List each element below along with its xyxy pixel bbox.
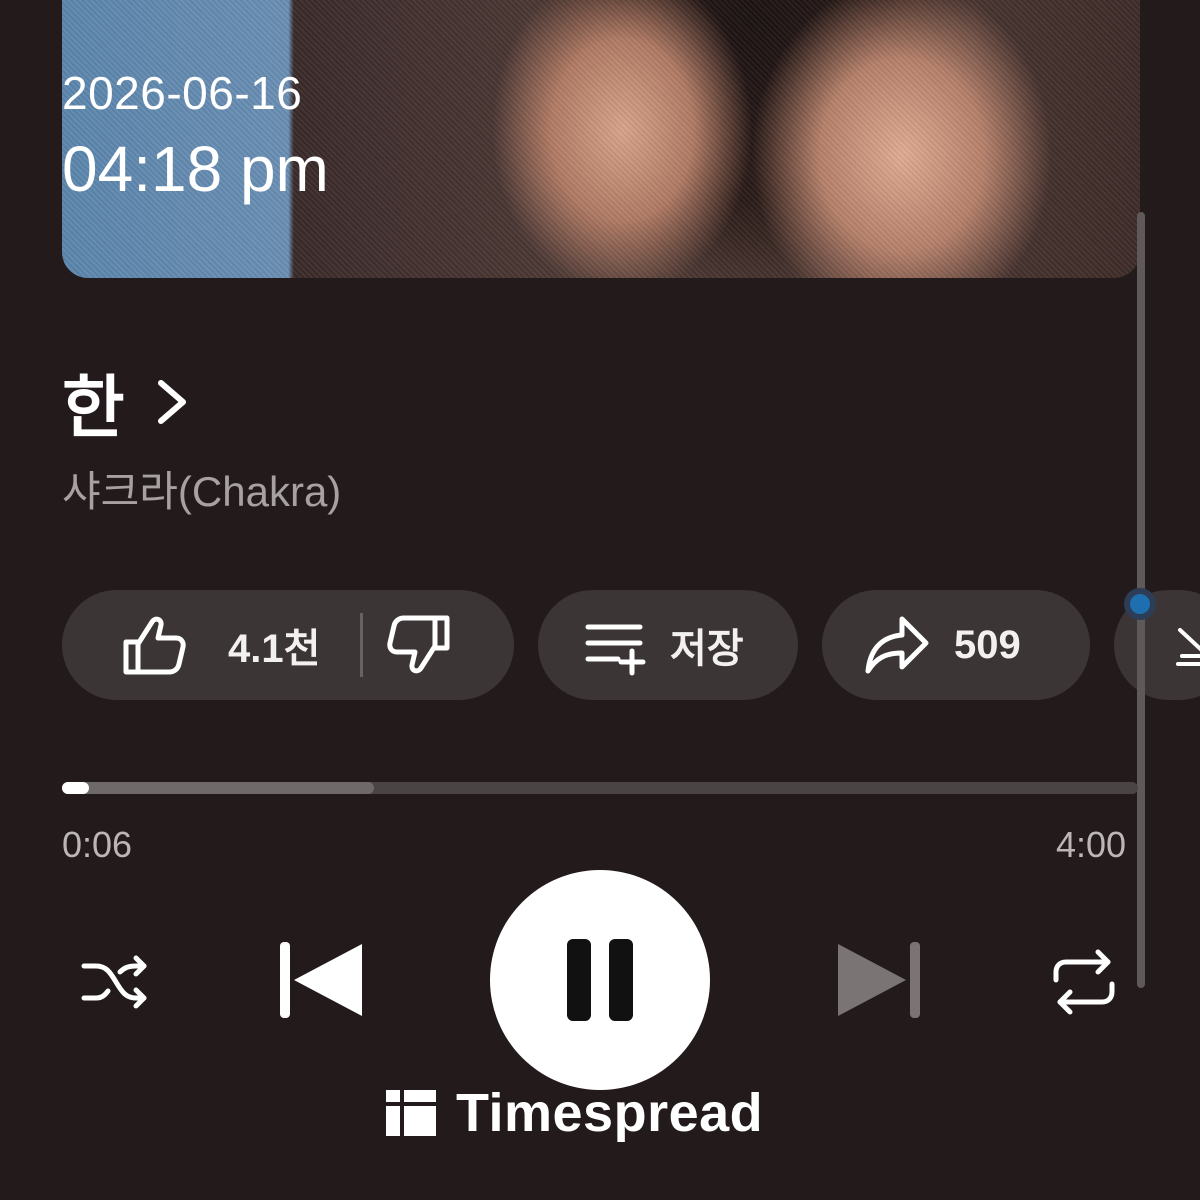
shuffle-icon[interactable] — [80, 948, 150, 1018]
thumbs-down-icon — [387, 615, 450, 674]
thumbs-up-icon — [123, 616, 186, 675]
timestamp-date: 2026-06-16 — [62, 67, 303, 119]
download-icon — [1176, 628, 1200, 666]
skip-previous-icon[interactable] — [278, 940, 368, 1020]
repeat-icon[interactable] — [1048, 946, 1120, 1018]
share-count: 509 — [954, 622, 1021, 667]
playlist-add-icon — [585, 624, 646, 676]
song-title-link[interactable]: 한 — [62, 352, 189, 451]
share-button[interactable]: 509 — [822, 590, 1090, 700]
watermark: Timespread — [386, 1082, 763, 1144]
current-time: 0:06 — [62, 824, 133, 865]
pause-button[interactable] — [490, 870, 710, 1090]
skip-next-icon[interactable] — [834, 940, 924, 1020]
watermark-text: Timespread — [456, 1083, 764, 1143]
save-label: 저장 — [670, 627, 744, 671]
chevron-right-icon — [157, 379, 186, 424]
timespread-logo-icon — [386, 1090, 436, 1136]
share-icon — [865, 616, 929, 674]
save-button[interactable]: 저장 — [538, 590, 798, 700]
like-dislike-group: 4.1천 — [62, 590, 514, 700]
artist-name[interactable]: 샤크라(Chakra) — [62, 458, 341, 519]
timestamp-time: 04:18 pm — [62, 133, 329, 205]
total-time: 4:00 — [1056, 824, 1127, 865]
like-count: 4.1천 — [228, 627, 321, 671]
progress-bar[interactable] — [62, 782, 1138, 794]
progress-fill — [62, 782, 89, 794]
progress-buffered — [62, 782, 375, 794]
like-button[interactable]: 4.1천 — [120, 610, 320, 680]
like-divider — [360, 613, 364, 677]
song-title: 한 — [62, 370, 125, 446]
scroll-position-indicator — [1124, 588, 1156, 620]
dislike-button[interactable] — [383, 610, 453, 680]
pause-icon — [567, 939, 633, 1021]
